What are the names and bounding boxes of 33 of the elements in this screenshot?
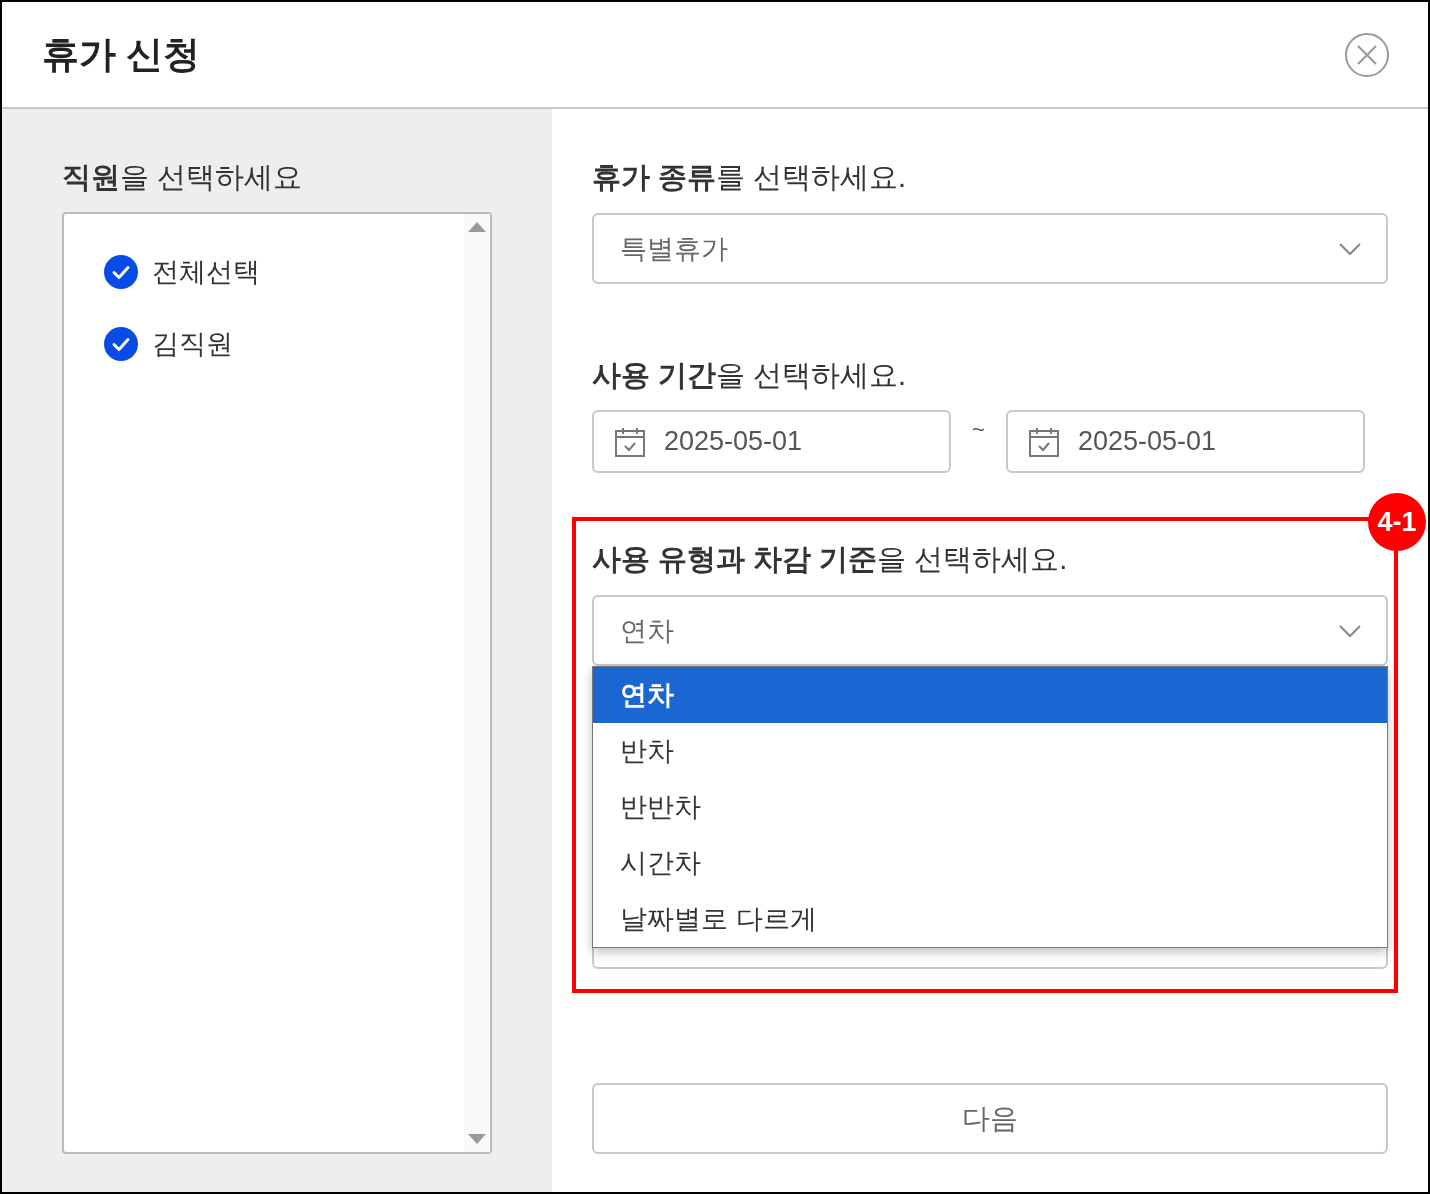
dropdown-option[interactable]: 연차 (593, 667, 1387, 723)
select-value: 연차 (620, 614, 674, 648)
employee-label: 전체선택 (152, 256, 260, 289)
range-separator: ~ (971, 416, 986, 444)
checkbox[interactable] (104, 255, 138, 289)
annotation-badge: 4-1 (1368, 493, 1426, 551)
chevron-down-icon (1338, 241, 1362, 256)
leave-type-select[interactable]: 특별휴가 (592, 213, 1388, 284)
dropdown-option[interactable]: 반반차 (593, 779, 1387, 835)
dropdown-option[interactable]: 반차 (593, 723, 1387, 779)
section-title: 사용 기간을 선택하세요. (592, 359, 907, 391)
end-date-field[interactable]: 2025-05-01 (1006, 410, 1365, 473)
employee-label: 김직원 (152, 328, 233, 361)
dropdown-option[interactable]: 날짜별로 다르게 (593, 891, 1387, 947)
window-title: 휴가 신청 (42, 32, 201, 77)
close-button[interactable] (1344, 31, 1390, 78)
calendar-icon (614, 425, 646, 458)
usage-type-select[interactable]: 연차 (592, 595, 1388, 666)
section-title: 직원을 선택하세요 (62, 161, 303, 193)
calendar-icon (1028, 425, 1060, 458)
date-value: 2025-05-01 (664, 426, 803, 457)
dropdown-option[interactable]: 시간차 (593, 835, 1387, 891)
section-title: 사용 유형과 차감 기준을 선택하세요. (592, 543, 1068, 575)
select-value: 특별휴가 (620, 232, 728, 266)
scroll-down-icon[interactable] (468, 1134, 486, 1144)
scrollbar[interactable] (464, 214, 490, 1152)
checkbox[interactable] (104, 327, 138, 361)
scroll-up-icon[interactable] (468, 222, 486, 232)
date-value: 2025-05-01 (1078, 426, 1217, 457)
next-button[interactable]: 다음 (592, 1083, 1388, 1154)
section-title: 휴가 종류를 선택하세요. (592, 161, 907, 193)
chevron-down-icon (1338, 623, 1362, 638)
start-date-field[interactable]: 2025-05-01 (592, 410, 951, 473)
